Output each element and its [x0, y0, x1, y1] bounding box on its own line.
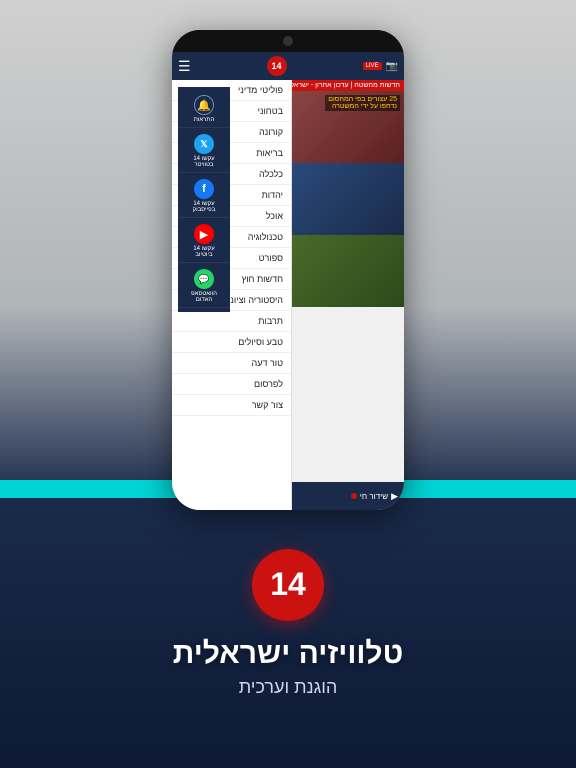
hamburger-icon[interactable]: ☰ — [178, 58, 191, 75]
social-facebook[interactable]: f עקשו 14בפייסבוק — [178, 175, 230, 218]
live-button[interactable]: שידור חי ▶ — [351, 491, 398, 502]
app-title-hebrew: טלוויזיה ישראלית — [173, 637, 403, 671]
news-card-3[interactable] — [292, 235, 404, 307]
whatsapp-icon: 💬 — [194, 269, 214, 289]
social-twitter[interactable]: 𝕏 עקשו 14בטוויטר — [178, 130, 230, 173]
youtube-label: עקשו 14ביוטיוב — [193, 246, 214, 258]
app-header: ☰ 14 LIVE 📷 — [172, 52, 404, 80]
facebook-label: עקשו 14בפייסבוק — [193, 201, 216, 213]
main-content: חדשות מהשטח | עדכון אחרון - ישראל 25 עצו… — [292, 80, 404, 510]
bottom-text-area: 14 טלוויזיה ישראלית הוגנת וערכית — [0, 498, 576, 768]
news-card-1[interactable]: 25 עצורים בפי המחסוםנדחפו על ידי המשטרה — [292, 91, 404, 163]
sidebar-item-contact[interactable]: צור קשר — [172, 395, 291, 416]
live-label: שידור חי — [360, 492, 388, 501]
bell-icon: 🔔 — [194, 95, 214, 115]
sidebar-item-opinion[interactable]: טור דעה — [172, 353, 291, 374]
phone-mockup: ☰ 14 LIVE 📷 פוליטי מדיני בטחוני קורונה ב… — [172, 30, 404, 510]
bottom-bar: שידור חי ▶ — [292, 482, 404, 510]
sidebar-item-advertise[interactable]: לפרסום — [172, 374, 291, 395]
social-whatsapp[interactable]: 💬 הוואטסאפהאדום — [178, 265, 230, 308]
social-panel: 🔔 התראות 𝕏 עקשו 14בטוויטר f עקשו 14בפייס… — [178, 87, 230, 312]
twitter-icon: 𝕏 — [194, 134, 214, 154]
youtube-icon: ▶ — [194, 224, 214, 244]
live-dot — [351, 493, 357, 499]
news-cards-list[interactable]: 25 עצורים בפי המחסוםנדחפו על ידי המשטרה — [292, 91, 404, 482]
screen-content: פוליטי מדיני בטחוני קורונה בריאות כלכלה … — [172, 80, 404, 510]
social-youtube[interactable]: ▶ עקשו 14ביוטיוב — [178, 220, 230, 263]
live-badge: LIVE — [363, 62, 382, 70]
phone-screen: ☰ 14 LIVE 📷 פוליטי מדיני בטחוני קורונה ב… — [172, 52, 404, 510]
whatsapp-label: הוואטסאפהאדום — [191, 291, 217, 303]
sidebar-item-nature[interactable]: טבע וסיולים — [172, 332, 291, 353]
app-subtitle-hebrew: הוגנת וערכית — [239, 677, 338, 698]
app-logo-large: 14 — [252, 549, 324, 621]
play-icon: ▶ — [391, 491, 398, 502]
app-logo-small: 14 — [267, 56, 287, 76]
phone-camera — [283, 36, 293, 46]
phone-notch — [172, 30, 404, 52]
social-notifications[interactable]: 🔔 התראות — [178, 91, 230, 128]
sidebar-item-culture[interactable]: תרבות — [172, 311, 291, 332]
header-right: LIVE 📷 — [363, 61, 398, 72]
news-card-2[interactable] — [292, 163, 404, 235]
facebook-icon: f — [194, 179, 214, 199]
twitter-label: עקשו 14בטוויטר — [193, 156, 214, 168]
camera-icon: 📷 — [386, 61, 398, 72]
notifications-label: התראות — [194, 117, 215, 123]
news-ticker: חדשות מהשטח | עדכון אחרון - ישראל — [292, 80, 404, 91]
